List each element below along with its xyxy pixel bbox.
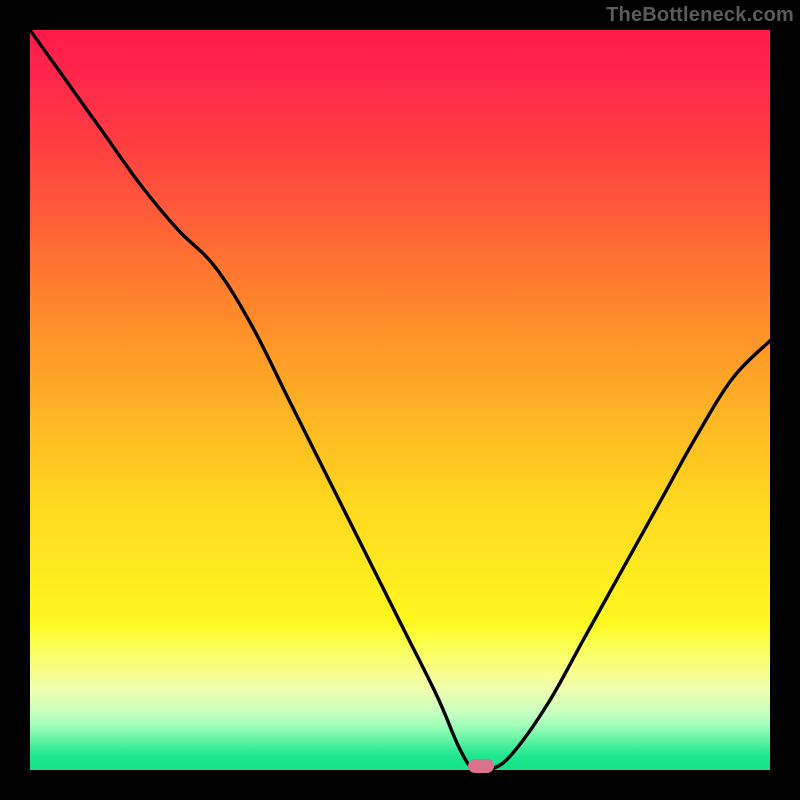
bottleneck-marker [468,759,494,773]
chart-container: TheBottleneck.com [0,0,800,800]
watermark: TheBottleneck.com [606,4,794,27]
bottleneck-curve [30,30,770,770]
plot-area [30,30,770,770]
